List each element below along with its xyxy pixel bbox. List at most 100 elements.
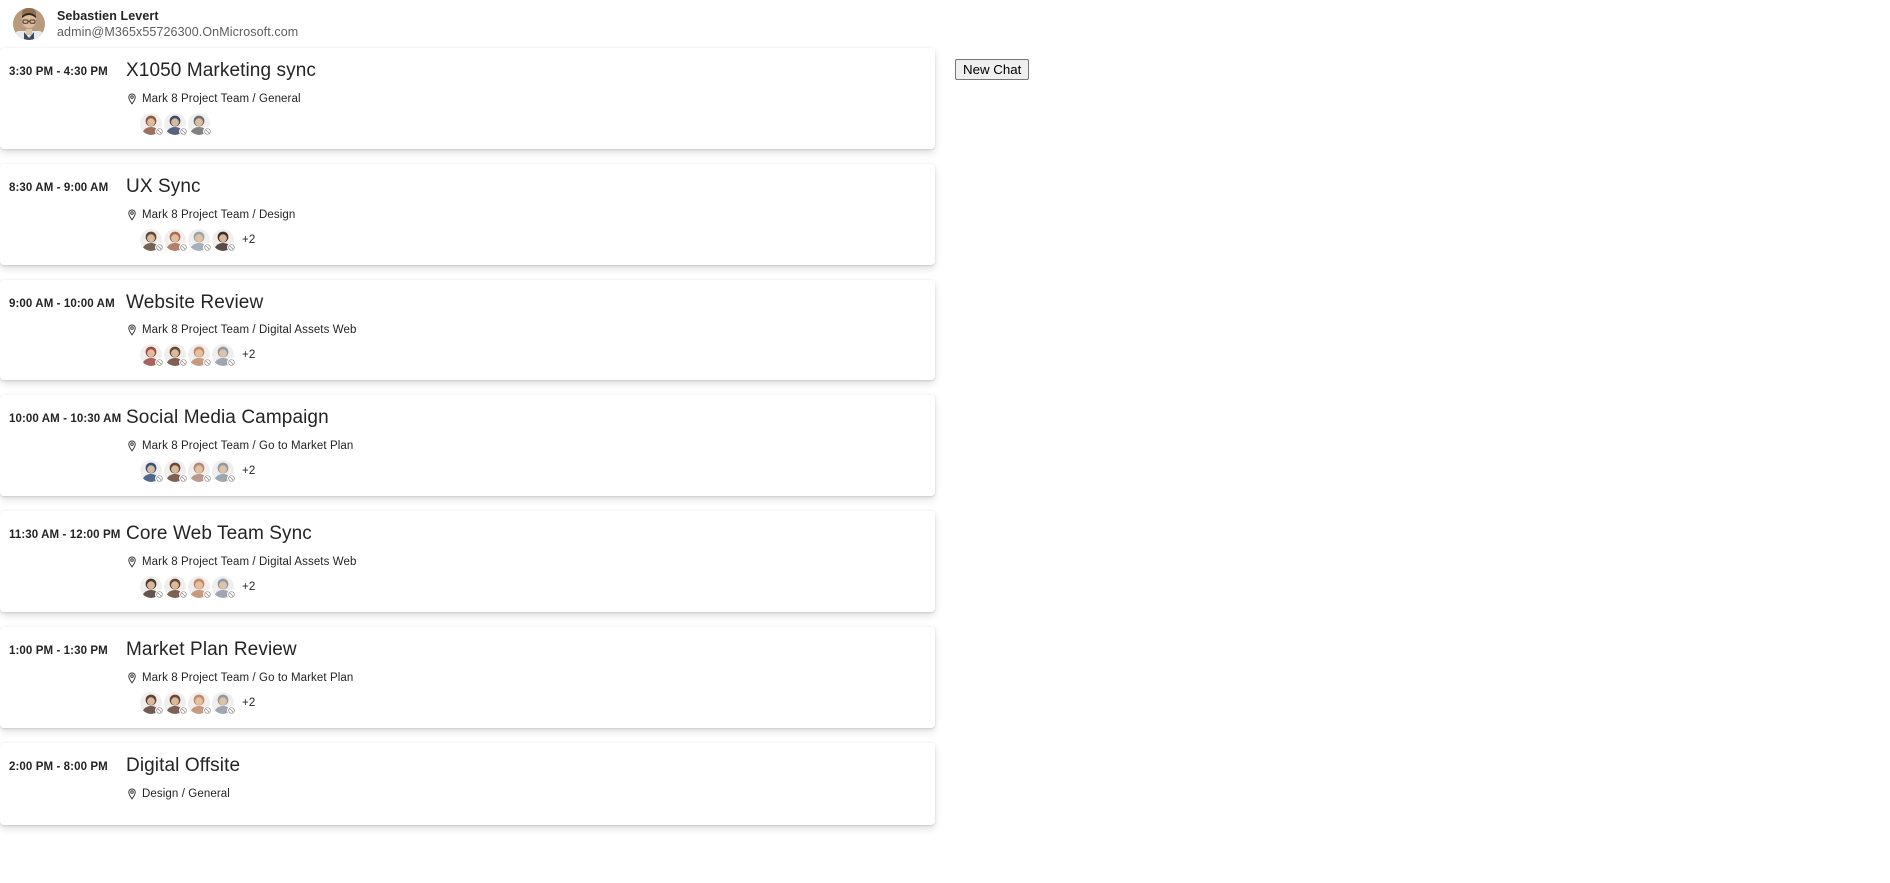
attendee-avatar[interactable] (164, 112, 188, 136)
attendee-overflow-count[interactable]: +2 (242, 581, 255, 593)
event-time: 11:30 AM - 12:00 PM (9, 529, 121, 542)
location-pin-icon (126, 788, 138, 800)
event-location-text: Mark 8 Project Team / Go to Market Plan (142, 440, 354, 453)
event-location-text: Mark 8 Project Team / General (142, 92, 301, 105)
presence-unknown-icon (179, 705, 188, 715)
persona-name: Sebastien Levert (57, 9, 159, 23)
attendee-avatar[interactable] (140, 575, 164, 599)
attendee-facepile[interactable]: +2 (126, 460, 935, 484)
presence-unknown-icon (155, 126, 164, 136)
event-time: 8:30 AM - 9:00 AM (9, 181, 109, 194)
presence-unknown-icon (227, 358, 236, 368)
attendee-avatar[interactable] (140, 112, 164, 136)
attendee-avatar[interactable] (140, 344, 164, 368)
attendee-avatar[interactable] (188, 344, 212, 368)
persona-text-block: Sebastien Levert admin@M365x55726300.OnM… (57, 8, 298, 40)
presence-unknown-icon (179, 474, 188, 484)
attendee-avatar[interactable] (188, 112, 212, 136)
attendee-avatar[interactable] (188, 228, 212, 252)
presence-unknown-icon (203, 589, 212, 599)
event-title: Core Web Team Sync (126, 523, 312, 545)
presence-unknown-icon (203, 242, 212, 252)
attendee-avatar[interactable] (188, 460, 212, 484)
event-time: 10:00 AM - 10:30 AM (9, 413, 122, 426)
user-persona[interactable]: Sebastien Levert admin@M365x55726300.OnM… (0, 0, 1890, 48)
event-location: Mark 8 Project Team / Digital Assets Web (126, 324, 935, 336)
attendee-facepile[interactable]: +2 (126, 691, 935, 715)
attendee-avatar[interactable] (164, 575, 188, 599)
event-body: Social Media Campaign Mark 8 Project Team… (126, 407, 935, 484)
attendee-avatar[interactable] (140, 460, 164, 484)
presence-unknown-icon (179, 242, 188, 252)
event-card[interactable]: 9:00 AM - 10:00 AM Website Review Mark 8 P… (0, 279, 935, 381)
attendee-overflow-count[interactable]: +2 (242, 349, 255, 361)
event-location: Mark 8 Project Team / General (126, 93, 935, 105)
event-card[interactable]: 10:00 AM - 10:30 AM Social Media Campaign… (0, 395, 935, 497)
presence-unknown-icon (155, 474, 164, 484)
attendee-avatar[interactable] (164, 691, 188, 715)
event-body: UX Sync Mark 8 Project Team / Design +2 (126, 175, 935, 252)
attendee-facepile[interactable] (126, 112, 935, 136)
attendee-avatar[interactable] (140, 691, 164, 715)
attendee-avatar[interactable] (212, 691, 236, 715)
attendee-avatar[interactable] (164, 460, 188, 484)
presence-unknown-icon (227, 242, 236, 252)
event-card[interactable]: 1:00 PM - 1:30 PM Market Plan Review Mark … (0, 626, 935, 728)
attendee-avatar[interactable] (140, 228, 164, 252)
presence-unknown-icon (203, 126, 212, 136)
location-pin-icon (126, 556, 138, 568)
attendee-facepile[interactable]: +2 (126, 228, 935, 252)
location-pin-icon (126, 93, 138, 105)
event-title: X1050 Marketing sync (126, 60, 316, 81)
attendee-avatar[interactable] (188, 691, 212, 715)
presence-unknown-icon (155, 358, 164, 368)
event-body: Core Web Team Sync Mark 8 Project Team / … (126, 523, 935, 599)
event-time: 9:00 AM - 10:00 AM (9, 297, 115, 310)
agenda-list: 3:30 PM - 4:30 PM X1050 Marketing sync Mar… (0, 48, 940, 825)
event-location-text: Mark 8 Project Team / Design (142, 208, 296, 221)
presence-unknown-icon (179, 126, 188, 136)
attendee-facepile[interactable]: +2 (126, 575, 935, 599)
event-title: Social Media Campaign (126, 407, 329, 429)
attendee-avatar[interactable] (188, 575, 212, 599)
event-location-text: Mark 8 Project Team / Digital Assets Web (142, 555, 357, 568)
attendee-facepile[interactable]: +2 (126, 344, 935, 368)
event-time: 2:00 PM - 8:00 PM (9, 760, 108, 773)
event-location: Mark 8 Project Team / Go to Market Plan (126, 672, 935, 684)
event-title: UX Sync (126, 175, 201, 197)
event-location-text: Design / General (142, 787, 230, 800)
event-location: Mark 8 Project Team / Design (126, 209, 935, 221)
event-body: Market Plan Review Mark 8 Project Team / … (126, 638, 935, 715)
presence-unknown-icon (227, 589, 236, 599)
attendee-avatar[interactable] (212, 344, 236, 368)
presence-unknown-icon (155, 705, 164, 715)
attendee-avatar[interactable] (212, 460, 236, 484)
toolbar: New Chat (955, 59, 1030, 80)
event-card[interactable]: 2:00 PM - 8:00 PM Digital Offsite Design /… (0, 742, 935, 825)
attendee-avatar[interactable] (164, 228, 188, 252)
avatar (13, 8, 45, 40)
event-card[interactable]: 8:30 AM - 9:00 AM UX Sync Mark 8 Project T… (0, 163, 935, 265)
new-chat-button[interactable]: New Chat (955, 59, 1030, 80)
presence-unknown-icon (155, 589, 164, 599)
attendee-overflow-count[interactable]: +2 (242, 234, 255, 246)
attendee-overflow-count[interactable]: +2 (242, 465, 255, 477)
event-time: 1:00 PM - 1:30 PM (9, 644, 108, 657)
attendee-avatar[interactable] (212, 228, 236, 252)
attendee-avatar[interactable] (164, 344, 188, 368)
location-pin-icon (126, 440, 138, 452)
presence-unknown-icon (179, 358, 188, 368)
location-pin-icon (126, 672, 138, 684)
presence-unknown-icon (179, 589, 188, 599)
event-card[interactable]: 3:30 PM - 4:30 PM X1050 Marketing sync Mar… (0, 48, 935, 149)
event-title: Market Plan Review (126, 638, 297, 660)
attendee-avatar[interactable] (212, 575, 236, 599)
event-time: 3:30 PM - 4:30 PM (9, 66, 108, 78)
event-body: Digital Offsite Design / General (126, 755, 935, 808)
event-title: Website Review (126, 291, 264, 313)
attendee-overflow-count[interactable]: +2 (242, 697, 255, 709)
location-pin-icon (126, 209, 138, 221)
event-location-text: Mark 8 Project Team / Digital Assets Web (142, 324, 357, 337)
presence-unknown-icon (203, 358, 212, 368)
event-card[interactable]: 11:30 AM - 12:00 PM Core Web Team Sync Mar… (0, 511, 935, 612)
